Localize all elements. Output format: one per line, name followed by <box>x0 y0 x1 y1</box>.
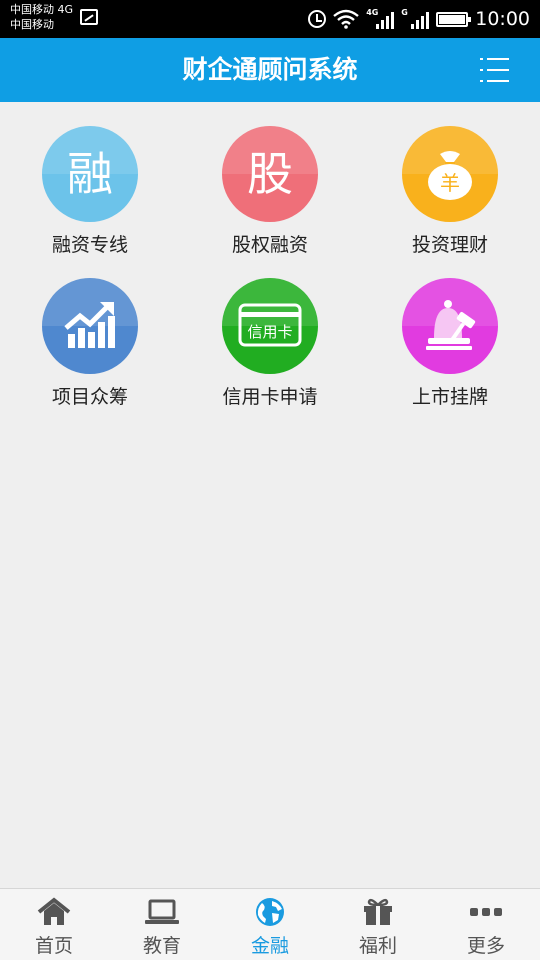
more-dots-icon <box>470 908 502 916</box>
signal-2-tag: G <box>401 8 408 17</box>
list-menu-icon[interactable] <box>480 56 510 84</box>
status-bar: 中国移动 4G 中国移动 4G G 10:00 <box>0 0 540 38</box>
carrier-info: 中国移动 4G 中国移动 <box>10 2 73 32</box>
service-label: 投资理财 <box>411 234 488 256</box>
gift-icon <box>364 898 392 925</box>
page-title: 财企通顾问系统 <box>182 55 358 84</box>
globe-icon <box>256 898 284 926</box>
carrier-1: 中国移动 4G <box>10 3 74 16</box>
service-financing[interactable]: 融 融资专线 <box>0 102 180 256</box>
gallery-notification-icon <box>80 9 98 25</box>
tab-finance-label: 金融 <box>250 935 289 957</box>
growth-chart-icon <box>42 278 138 374</box>
battery-icon <box>436 11 472 27</box>
alarm-icon <box>308 10 327 28</box>
tab-welfare[interactable]: 福利 <box>324 889 432 960</box>
money-bag-symbol: 羊 <box>440 171 460 195</box>
service-label: 股权融资 <box>231 234 308 256</box>
tab-welfare-label: 福利 <box>358 935 397 957</box>
tab-more[interactable]: 更多 <box>432 889 540 960</box>
laptop-icon <box>145 899 179 924</box>
carrier-2: 中国移动 <box>10 18 54 31</box>
credit-card-text: 信用卡 <box>247 323 292 341</box>
home-icon <box>37 897 71 925</box>
tab-education[interactable]: 教育 <box>108 889 216 960</box>
financing-icon: 融 <box>42 126 138 222</box>
signal-2-icon: G <box>401 8 430 29</box>
credit-card-icon: 信用卡 <box>222 278 318 374</box>
auction-bell-icon <box>402 278 498 374</box>
financing-glyph: 融 <box>67 147 113 201</box>
signal-1-icon: 4G <box>366 8 395 29</box>
service-label: 上市挂牌 <box>411 386 488 408</box>
tab-more-label: 更多 <box>466 935 505 957</box>
money-bag-icon: 羊 <box>402 126 498 222</box>
service-credit-card[interactable]: 信用卡 信用卡申请 <box>180 254 360 408</box>
service-label: 信用卡申请 <box>222 386 318 408</box>
service-crowdfunding[interactable]: 项目众筹 <box>0 254 180 408</box>
service-label: 项目众筹 <box>51 386 128 408</box>
service-listing[interactable]: 上市挂牌 <box>360 254 540 408</box>
service-label: 融资专线 <box>51 234 128 256</box>
wifi-icon <box>333 9 360 29</box>
tab-finance[interactable]: 金融 <box>216 889 324 960</box>
bottom-nav: 首页 教育 金融 福利 更多 <box>0 888 540 960</box>
service-investment[interactable]: 羊 投资理财 <box>360 102 540 256</box>
signal-1-tag: 4G <box>366 8 379 17</box>
app-bar: 财企通顾问系统 <box>0 38 540 102</box>
equity-glyph: 股 <box>247 147 293 201</box>
tab-education-label: 教育 <box>142 935 181 957</box>
tab-home[interactable]: 首页 <box>0 889 108 960</box>
clock: 10:00 <box>475 8 530 30</box>
service-equity[interactable]: 股 股权融资 <box>180 102 360 256</box>
tab-home-label: 首页 <box>34 935 73 957</box>
equity-icon: 股 <box>222 126 318 222</box>
